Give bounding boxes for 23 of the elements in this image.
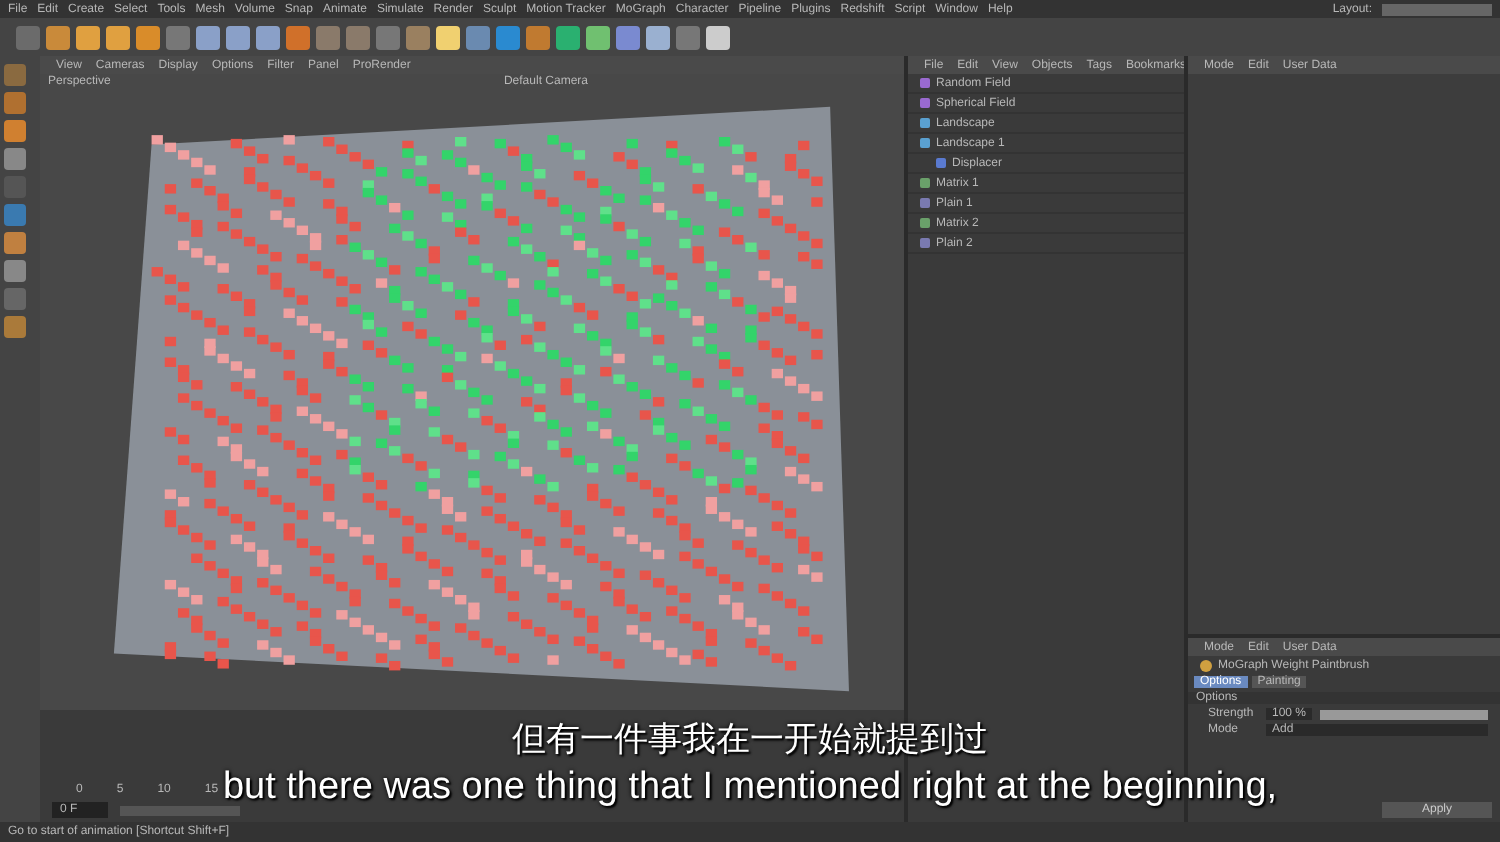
tool-icon[interactable] [466,25,490,49]
tool-icon[interactable] [46,25,70,49]
tool-icon[interactable] [196,25,220,49]
subtitle: but there was one thing that I mentioned right at the beginning, [222,766,1278,810]
tool-icon[interactable] [226,25,250,49]
tool-icon[interactable] [556,25,580,49]
tool-icon[interactable] [406,25,430,49]
tool-icon[interactable] [586,25,610,49]
tool-icon[interactable] [76,25,100,49]
tool-icon[interactable] [136,25,160,49]
layout-dropdown[interactable] [1382,3,1492,15]
tool-icon[interactable] [706,25,730,49]
tool-icon[interactable] [106,25,130,49]
subtitle: 但有一件事我在一开始就提到过 [512,718,988,762]
strength-slider[interactable] [1320,709,1488,719]
timeline-track[interactable] [120,805,240,815]
tool-icon[interactable] [436,25,460,49]
tool-icon[interactable] [286,25,310,49]
tool-icon[interactable] [526,25,550,49]
tool-icon[interactable] [616,25,640,49]
tool-icon[interactable] [496,25,520,49]
tool-icon[interactable] [646,25,670,49]
tool-icon[interactable] [256,25,280,49]
